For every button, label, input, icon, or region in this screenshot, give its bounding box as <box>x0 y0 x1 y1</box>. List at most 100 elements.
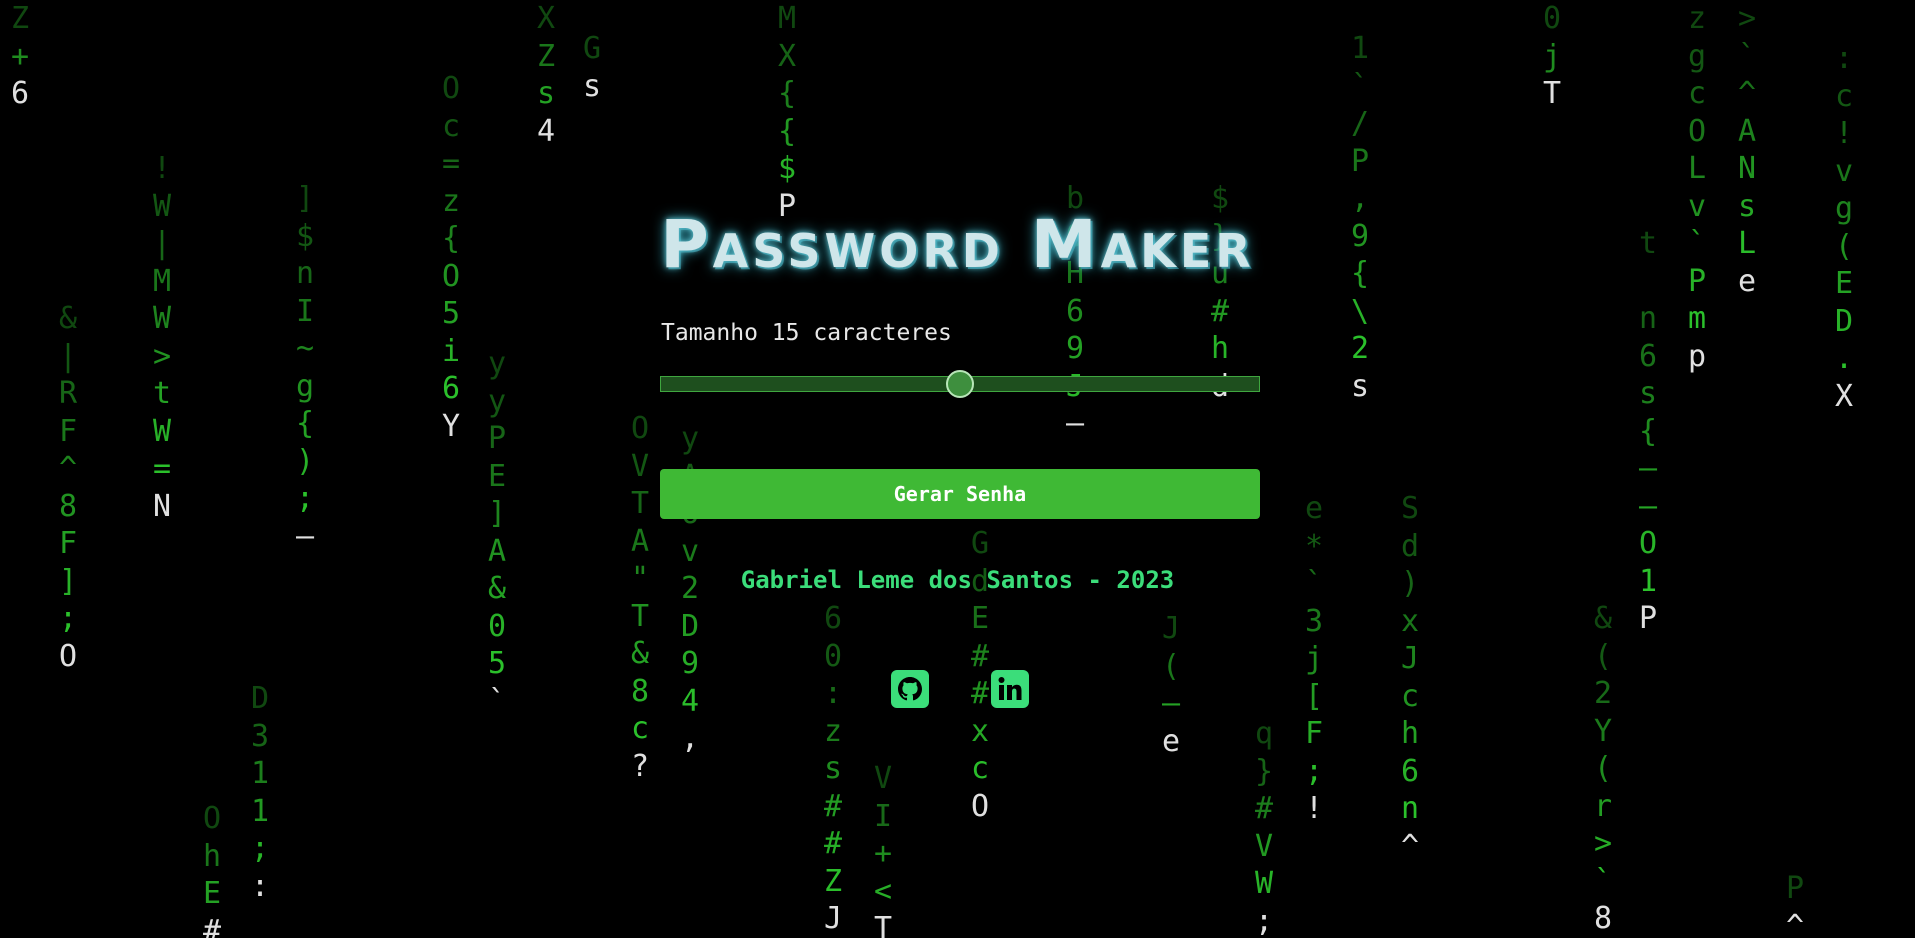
length-label: Tamanho 15 caracteres <box>661 320 952 346</box>
rain-glyph: A <box>1737 113 1757 149</box>
rain-glyph: O <box>441 71 461 106</box>
rain-glyph: W <box>152 301 172 336</box>
rain-glyph: s <box>1350 368 1370 404</box>
generate-password-button[interactable]: Gerar Senha <box>660 469 1260 519</box>
rain-glyph: # <box>823 826 843 861</box>
rain-glyph: + <box>10 38 30 74</box>
rain-glyph: E <box>487 458 507 494</box>
rain-glyph: ~ <box>295 331 315 366</box>
rain-glyph: — <box>1638 488 1658 524</box>
rain-glyph: h <box>1210 331 1230 366</box>
rain-glyph: E <box>202 876 222 911</box>
rain-glyph: 2 <box>1593 676 1613 711</box>
length-slider-thumb[interactable] <box>946 370 974 398</box>
rain-glyph: 1 <box>250 756 270 791</box>
rain-glyph: P <box>1785 871 1805 906</box>
rain-glyph: v <box>1834 153 1854 189</box>
rain-glyph: G <box>970 526 990 561</box>
rain-glyph: n <box>1400 791 1420 826</box>
rain-glyph: { <box>1638 413 1658 449</box>
rain-glyph: j <box>1304 641 1324 676</box>
rain-glyph: , <box>680 721 700 756</box>
rain-glyph: R <box>58 376 78 411</box>
rain-glyph: O <box>1638 526 1658 561</box>
rain-glyph: c <box>970 751 990 786</box>
rain-glyph: ! <box>152 151 172 186</box>
rain-glyph: h <box>202 838 222 874</box>
rain-glyph: / <box>1350 106 1370 141</box>
rain-column: J(— e <box>1156 610 1186 760</box>
rain-glyph: : <box>250 868 270 904</box>
rain-glyph: \ <box>1350 293 1370 329</box>
rain-glyph: n <box>1638 301 1658 336</box>
rain-glyph: ; <box>295 481 315 516</box>
rain-glyph: 0 <box>1542 1 1562 36</box>
rain-glyph: c <box>1687 76 1707 111</box>
rain-glyph: y <box>487 346 507 381</box>
rain-glyph: V <box>1254 828 1274 864</box>
rain-glyph: D <box>250 681 270 716</box>
rain-glyph: & <box>1593 601 1613 636</box>
rain-glyph: J <box>1161 611 1181 646</box>
rain-glyph: A <box>630 523 650 559</box>
rain-glyph: T <box>630 486 650 521</box>
rain-glyph: E <box>970 601 990 636</box>
rain-glyph: # <box>823 788 843 824</box>
author-credit: Gabriel Leme dos Santos - 2023 <box>740 566 1175 594</box>
rain-column: y y P E] A & 0 5 ` <box>482 345 512 720</box>
rain-glyph: q <box>1254 716 1274 751</box>
github-link[interactable] <box>891 670 929 708</box>
rain-column: M X{{$ P <box>772 0 802 225</box>
rain-glyph: 2 <box>1350 331 1370 366</box>
rain-glyph: i <box>441 333 461 369</box>
rain-glyph: P <box>1638 601 1658 636</box>
rain-glyph: ` <box>487 683 507 719</box>
rain-glyph: 0 <box>823 638 843 674</box>
rain-glyph: * <box>1304 528 1324 564</box>
length-label-text: Tamanho <box>661 320 758 346</box>
rain-glyph: 8 <box>58 488 78 524</box>
rain-glyph: F <box>58 526 78 561</box>
rain-glyph: X <box>777 38 797 74</box>
rain-glyph: 6 <box>823 601 843 636</box>
rain-column: &(2 Y(r > ` 8 <box>1588 600 1618 938</box>
rain-glyph: p <box>1687 338 1707 374</box>
rain-glyph: O <box>970 788 990 824</box>
rain-glyph: v <box>680 533 700 569</box>
linkedin-link[interactable] <box>991 670 1029 708</box>
rain-glyph: ; <box>250 831 270 866</box>
rain-glyph: < <box>873 873 893 909</box>
rain-glyph: # <box>1254 791 1274 826</box>
rain-glyph: s <box>823 751 843 786</box>
rain-glyph: 6 <box>1065 293 1085 329</box>
rain-glyph: & <box>58 301 78 336</box>
rain-glyph: ) <box>295 443 315 479</box>
rain-glyph: ^ <box>58 451 78 486</box>
rain-column: 6 0: z s # # Z J <box>818 600 848 938</box>
rain-glyph: T <box>630 598 650 634</box>
rain-glyph: z <box>823 713 843 749</box>
rain-glyph: ? <box>630 748 650 784</box>
rain-glyph: c <box>630 711 650 746</box>
rain-glyph: j <box>1542 38 1562 74</box>
rain-glyph: 0 <box>487 608 507 644</box>
rain-glyph: : <box>1834 41 1854 76</box>
rain-glyph: r <box>1593 788 1613 824</box>
rain-glyph: X <box>1834 378 1854 414</box>
rain-glyph: V <box>873 761 893 796</box>
rain-glyph: [ <box>1304 678 1324 714</box>
rain-glyph: ` <box>1350 68 1370 104</box>
rain-column: P ^ <box>1780 870 1810 938</box>
rain-glyph: ; <box>58 601 78 636</box>
rain-glyph: ( <box>1593 638 1613 674</box>
rain-glyph: ( <box>1593 751 1613 786</box>
rain-glyph: z <box>1687 1 1707 36</box>
rain-glyph: O <box>630 411 650 446</box>
rain-glyph: = <box>152 451 172 486</box>
rain-glyph: 9 <box>680 646 700 681</box>
rain-glyph: J <box>1400 641 1420 676</box>
rain-glyph: # <box>1210 293 1230 329</box>
rain-glyph: s <box>536 76 556 111</box>
rain-glyph: D <box>680 608 700 644</box>
rain-glyph: # <box>202 913 222 938</box>
